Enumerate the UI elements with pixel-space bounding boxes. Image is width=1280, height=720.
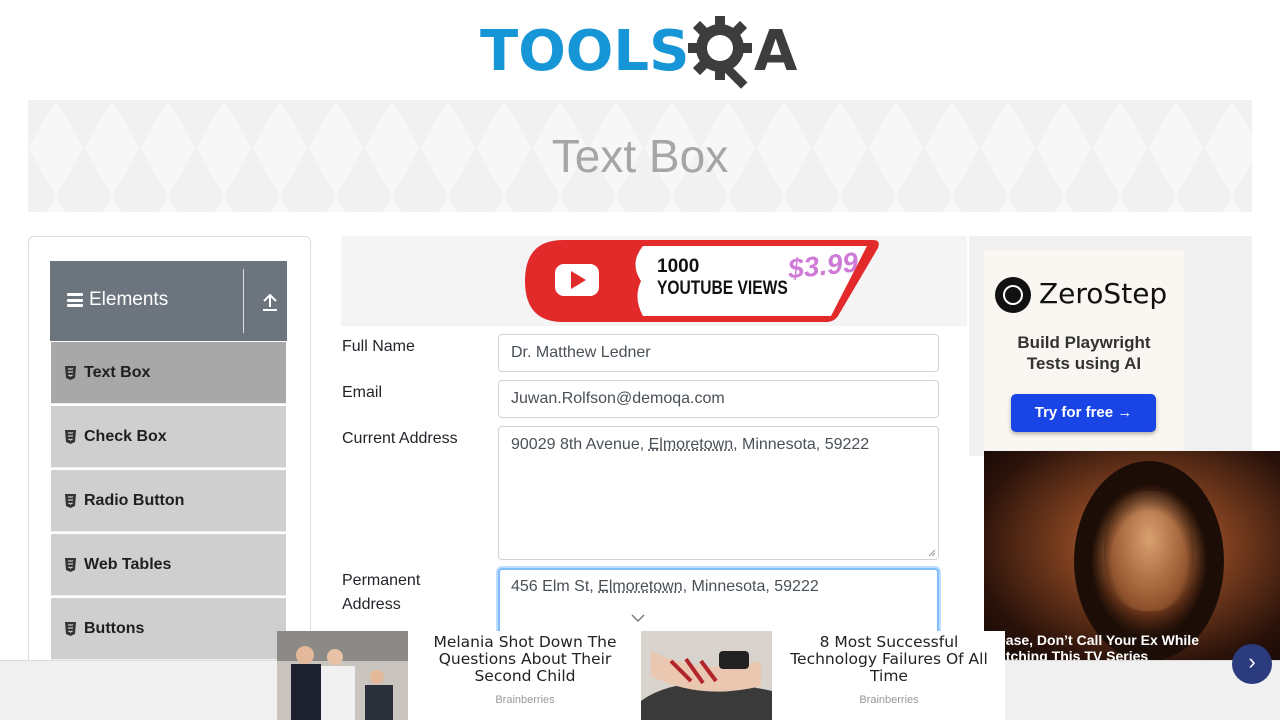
sidebar-item-label: Check Box [84,428,167,446]
sidebar-item-label: Text Box [84,364,150,382]
resize-handle-icon[interactable] [928,549,936,557]
video-ad[interactable]: ease, Don’t Call Your Ex While atching T… [984,451,1280,660]
ad-thumbnail-image [277,631,408,720]
bottom-ad-card-1[interactable]: Melania Shot Down The Questions About Th… [277,631,641,720]
permanent-address-text-end: , Minnesota, 59222 [683,578,819,595]
gear-magnifier-icon [686,14,762,92]
hamburger-icon [67,293,83,307]
email-value: Juwan.Rolfson@demoqa.com [511,390,725,407]
divider [243,269,244,333]
zerostep-ad[interactable]: ZeroStep Build Playwright Tests using AI… [984,250,1184,450]
sidebar-item-radio-button[interactable]: Radio Button [51,470,286,532]
current-address-text-end: , Minnesota, 59222 [733,436,869,453]
ad-line1: 1000 [657,256,699,278]
current-address-text: 90029 8th Avenue, [511,436,649,453]
current-address-textarea[interactable]: 90029 8th Avenue, Elmoretown, Minnesota,… [498,426,939,560]
zerostep-tagline-line2: Tests using AI [1027,354,1141,373]
video-ad-title-line2: atching This TV Series [998,648,1148,660]
video-thumbnail-shadow [1074,461,1224,660]
ad-headline[interactable]: Melania Shot Down The Questions About Th… [414,634,636,685]
ad-line2: YOUTUBE VIEWS [657,278,788,300]
current-address-label: Current Address [342,427,458,451]
html5-icon [65,494,76,508]
next-arrow-icon[interactable]: › [1232,644,1272,684]
youtube-views-ad[interactable]: 1000 YOUTUBE VIEWS $3.99 [341,236,967,326]
html5-icon [65,622,76,636]
page-banner: Text Box [28,100,1252,212]
page-title: Text Box [28,100,1252,212]
permanent-address-text: 456 Elm St, [511,578,598,595]
permanent-address-label-line2: Address [342,596,401,613]
chevron-down-icon[interactable] [630,612,646,624]
sidebar-item-web-tables[interactable]: Web Tables [51,534,286,596]
sidebar-item-label: Radio Button [84,492,184,510]
ad-headline[interactable]: 8 Most Successful Technology Failures Of… [778,634,1000,685]
html5-icon [65,430,76,444]
email-input[interactable]: Juwan.Rolfson@demoqa.com [498,380,939,418]
sidebar-item-label: Web Tables [84,556,171,574]
permanent-address-label-line1: Permanent [342,572,420,589]
current-address-city: Elmoretown [649,436,733,453]
sidebar-item-label: Buttons [84,620,144,638]
ad-source: Brainberries [778,694,1000,706]
ad-source: Brainberries [414,694,636,706]
sidebar-group-elements[interactable]: Elements [50,261,287,341]
logo-tools-text: TOOLS [480,22,689,82]
full-name-value: Dr. Matthew Ledner [511,344,651,361]
try-for-free-button[interactable]: Try for free → [1011,394,1156,432]
toolsqa-logo[interactable]: TOOLS A [480,14,804,92]
email-label: Email [342,381,382,405]
zerostep-tagline: Build Playwright Tests using AI [984,332,1184,374]
bottom-ad-card-2[interactable]: 8 Most Successful Technology Failures Of… [641,631,1005,720]
permanent-address-city: Elmoretown [598,578,682,595]
zerostep-logo-icon [995,277,1031,313]
sidebar-item-text-box[interactable]: Text Box [51,342,286,404]
zerostep-brand: ZeroStep [1039,277,1167,310]
permanent-address-label: Permanent Address [342,569,420,617]
video-ad-title: ease, Don’t Call Your Ex While atching T… [998,632,1199,660]
html5-icon [65,558,76,572]
sidebar-item-check-box[interactable]: Check Box [51,406,286,468]
sidebar-item-buttons[interactable]: Buttons [51,598,286,660]
html5-icon [65,366,76,380]
sidebar-group-title: Elements [89,289,168,311]
logo-a-text: A [754,22,797,82]
video-ad-title-line1: ease, Don’t Call Your Ex While [998,632,1199,648]
collapse-arrow-icon[interactable] [261,292,279,312]
ad-thumbnail-image [641,631,772,720]
full-name-label: Full Name [342,335,415,359]
zerostep-tagline-line1: Build Playwright [1017,333,1150,352]
full-name-input[interactable]: Dr. Matthew Ledner [498,334,939,372]
